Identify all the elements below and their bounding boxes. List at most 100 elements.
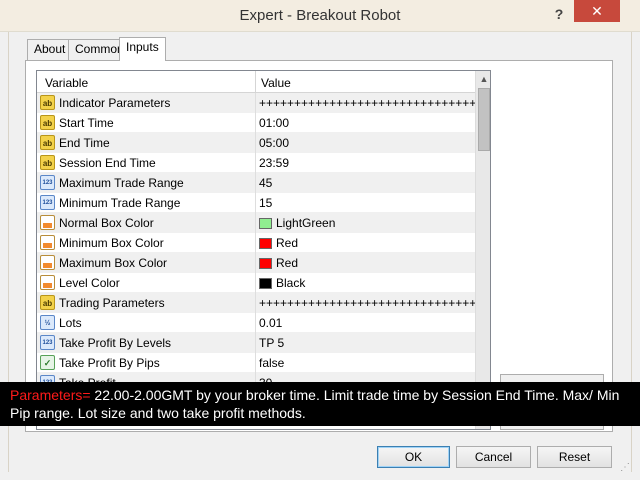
ab-string-icon: ab bbox=[40, 295, 55, 310]
table-row[interactable]: ab Indicator Parameters ++++++++++++++++++… bbox=[37, 93, 490, 113]
value-text: 45 bbox=[259, 176, 273, 190]
tab-inputs[interactable]: Inputs bbox=[119, 37, 166, 61]
variable-name: Minimum Box Color bbox=[59, 236, 164, 250]
cell-divider bbox=[255, 333, 256, 353]
table-row[interactable]: 123 Take Profit By Levels TP 5 bbox=[37, 333, 475, 353]
cell-divider bbox=[255, 193, 256, 213]
variable-name: Take Profit By Levels bbox=[59, 336, 172, 350]
resize-grip-icon[interactable]: ⋰ bbox=[620, 462, 632, 474]
color-swatch bbox=[259, 257, 272, 269]
cell-divider bbox=[255, 113, 256, 133]
value-cell[interactable]: false bbox=[259, 356, 284, 370]
variable-name: Normal Box Color bbox=[59, 216, 154, 230]
reset-button[interactable]: Reset bbox=[537, 446, 612, 468]
cell-divider bbox=[255, 273, 256, 293]
value-cell[interactable]: Red bbox=[259, 236, 298, 250]
banner-lead: Parameters= bbox=[10, 387, 91, 403]
integer-icon: 123 bbox=[40, 195, 55, 210]
value-cell[interactable]: ++++++++++++++++++++++++++++++++++++++ bbox=[259, 96, 491, 110]
scroll-up-icon[interactable]: ▲ bbox=[476, 71, 490, 88]
integer-icon: 123 bbox=[40, 175, 55, 190]
value-cell[interactable]: LightGreen bbox=[259, 216, 335, 230]
variable-name: Level Color bbox=[59, 276, 120, 290]
variable-name: Minimum Trade Range bbox=[59, 196, 181, 210]
variable-name: Start Time bbox=[59, 116, 114, 130]
value-cell[interactable]: 23:59 bbox=[259, 156, 289, 170]
column-header-value[interactable]: Value bbox=[261, 76, 291, 90]
value-text: ++++++++++++++++++++++++++++++++++++++ bbox=[259, 296, 491, 310]
variable-name: Maximum Trade Range bbox=[59, 176, 184, 190]
variable-name: Session End Time bbox=[59, 156, 156, 170]
grid-rows: ab Indicator Parameters ++++++++++++++++++… bbox=[37, 93, 490, 413]
table-row[interactable]: Minimum Box Color Red bbox=[37, 233, 475, 253]
table-row[interactable]: ab End Time 05:00 bbox=[37, 133, 475, 153]
cell-divider bbox=[255, 153, 256, 173]
value-text: LightGreen bbox=[276, 216, 336, 230]
cell-divider bbox=[255, 93, 256, 113]
table-row[interactable]: 123 Maximum Trade Range 45 bbox=[37, 173, 475, 193]
color-icon bbox=[40, 255, 55, 270]
value-text: TP 5 bbox=[259, 336, 285, 350]
table-row[interactable]: ab Trading Parameters ++++++++++++++++++++… bbox=[37, 293, 490, 313]
value-text: ++++++++++++++++++++++++++++++++++++++ bbox=[259, 96, 491, 110]
cell-divider bbox=[255, 173, 256, 193]
variable-name: Indicator Parameters bbox=[59, 96, 171, 110]
column-divider[interactable] bbox=[255, 71, 256, 93]
help-button[interactable]: ? bbox=[548, 4, 570, 24]
title-bar: Expert - Breakout Robot ? ✕ bbox=[0, 0, 640, 32]
variable-name: Maximum Box Color bbox=[59, 256, 168, 270]
ab-string-icon: ab bbox=[40, 135, 55, 150]
variable-name: End Time bbox=[59, 136, 110, 150]
value-cell[interactable]: 05:00 bbox=[259, 136, 289, 150]
value-text: Red bbox=[276, 256, 299, 270]
double-icon: ½ bbox=[40, 315, 55, 330]
value-cell[interactable]: 0.01 bbox=[259, 316, 282, 330]
value-text: false bbox=[259, 356, 285, 370]
cell-divider bbox=[255, 213, 256, 233]
value-cell[interactable]: Red bbox=[259, 256, 298, 270]
table-row[interactable]: Normal Box Color LightGreen bbox=[37, 213, 475, 233]
cell-divider bbox=[255, 293, 256, 313]
ab-string-icon: ab bbox=[40, 95, 55, 110]
value-text: 01:00 bbox=[259, 116, 290, 130]
tab-about[interactable]: About bbox=[27, 39, 73, 60]
table-row[interactable]: Level Color Black bbox=[37, 273, 475, 293]
value-text: 23:59 bbox=[259, 156, 290, 170]
inputs-grid: Variable Value ab Indicator Parameters +++… bbox=[36, 70, 491, 430]
banner-text: 22.00-2.00GMT by your broker time. Limit… bbox=[10, 387, 620, 421]
table-row[interactable]: ✓ Take Profit By Pips false bbox=[37, 353, 475, 373]
variable-name: Lots bbox=[59, 316, 82, 330]
variable-name: Trading Parameters bbox=[59, 296, 165, 310]
variable-name: Take Profit By Pips bbox=[59, 356, 160, 370]
scroll-thumb[interactable] bbox=[478, 88, 490, 151]
table-row[interactable]: 123 Minimum Trade Range 15 bbox=[37, 193, 475, 213]
color-swatch bbox=[259, 277, 272, 289]
ab-string-icon: ab bbox=[40, 115, 55, 130]
value-cell[interactable]: Black bbox=[259, 276, 305, 290]
color-icon bbox=[40, 235, 55, 250]
value-cell[interactable]: TP 5 bbox=[259, 336, 284, 350]
table-row[interactable]: ab Start Time 01:00 bbox=[37, 113, 475, 133]
table-row[interactable]: ab Session End Time 23:59 bbox=[37, 153, 475, 173]
ok-button[interactable]: OK bbox=[377, 446, 450, 468]
value-cell[interactable]: 15 bbox=[259, 196, 272, 210]
color-icon bbox=[40, 275, 55, 290]
value-cell[interactable]: 01:00 bbox=[259, 116, 289, 130]
vertical-scrollbar[interactable]: ▲ bbox=[475, 71, 490, 429]
integer-icon: 123 bbox=[40, 335, 55, 350]
cancel-button[interactable]: Cancel bbox=[456, 446, 531, 468]
value-text: Red bbox=[276, 236, 299, 250]
close-button[interactable]: ✕ bbox=[574, 0, 620, 22]
cell-divider bbox=[255, 313, 256, 333]
column-header-variable[interactable]: Variable bbox=[45, 76, 88, 90]
table-row[interactable]: ½ Lots 0.01 bbox=[37, 313, 475, 333]
table-row[interactable]: Maximum Box Color Red bbox=[37, 253, 475, 273]
color-icon bbox=[40, 215, 55, 230]
value-cell[interactable]: ++++++++++++++++++++++++++++++++++++++ bbox=[259, 296, 491, 310]
color-swatch bbox=[259, 237, 272, 249]
cell-divider bbox=[255, 233, 256, 253]
value-cell[interactable]: 45 bbox=[259, 176, 272, 190]
value-text: 15 bbox=[259, 196, 273, 210]
ab-string-icon: ab bbox=[40, 155, 55, 170]
cell-divider bbox=[255, 133, 256, 153]
